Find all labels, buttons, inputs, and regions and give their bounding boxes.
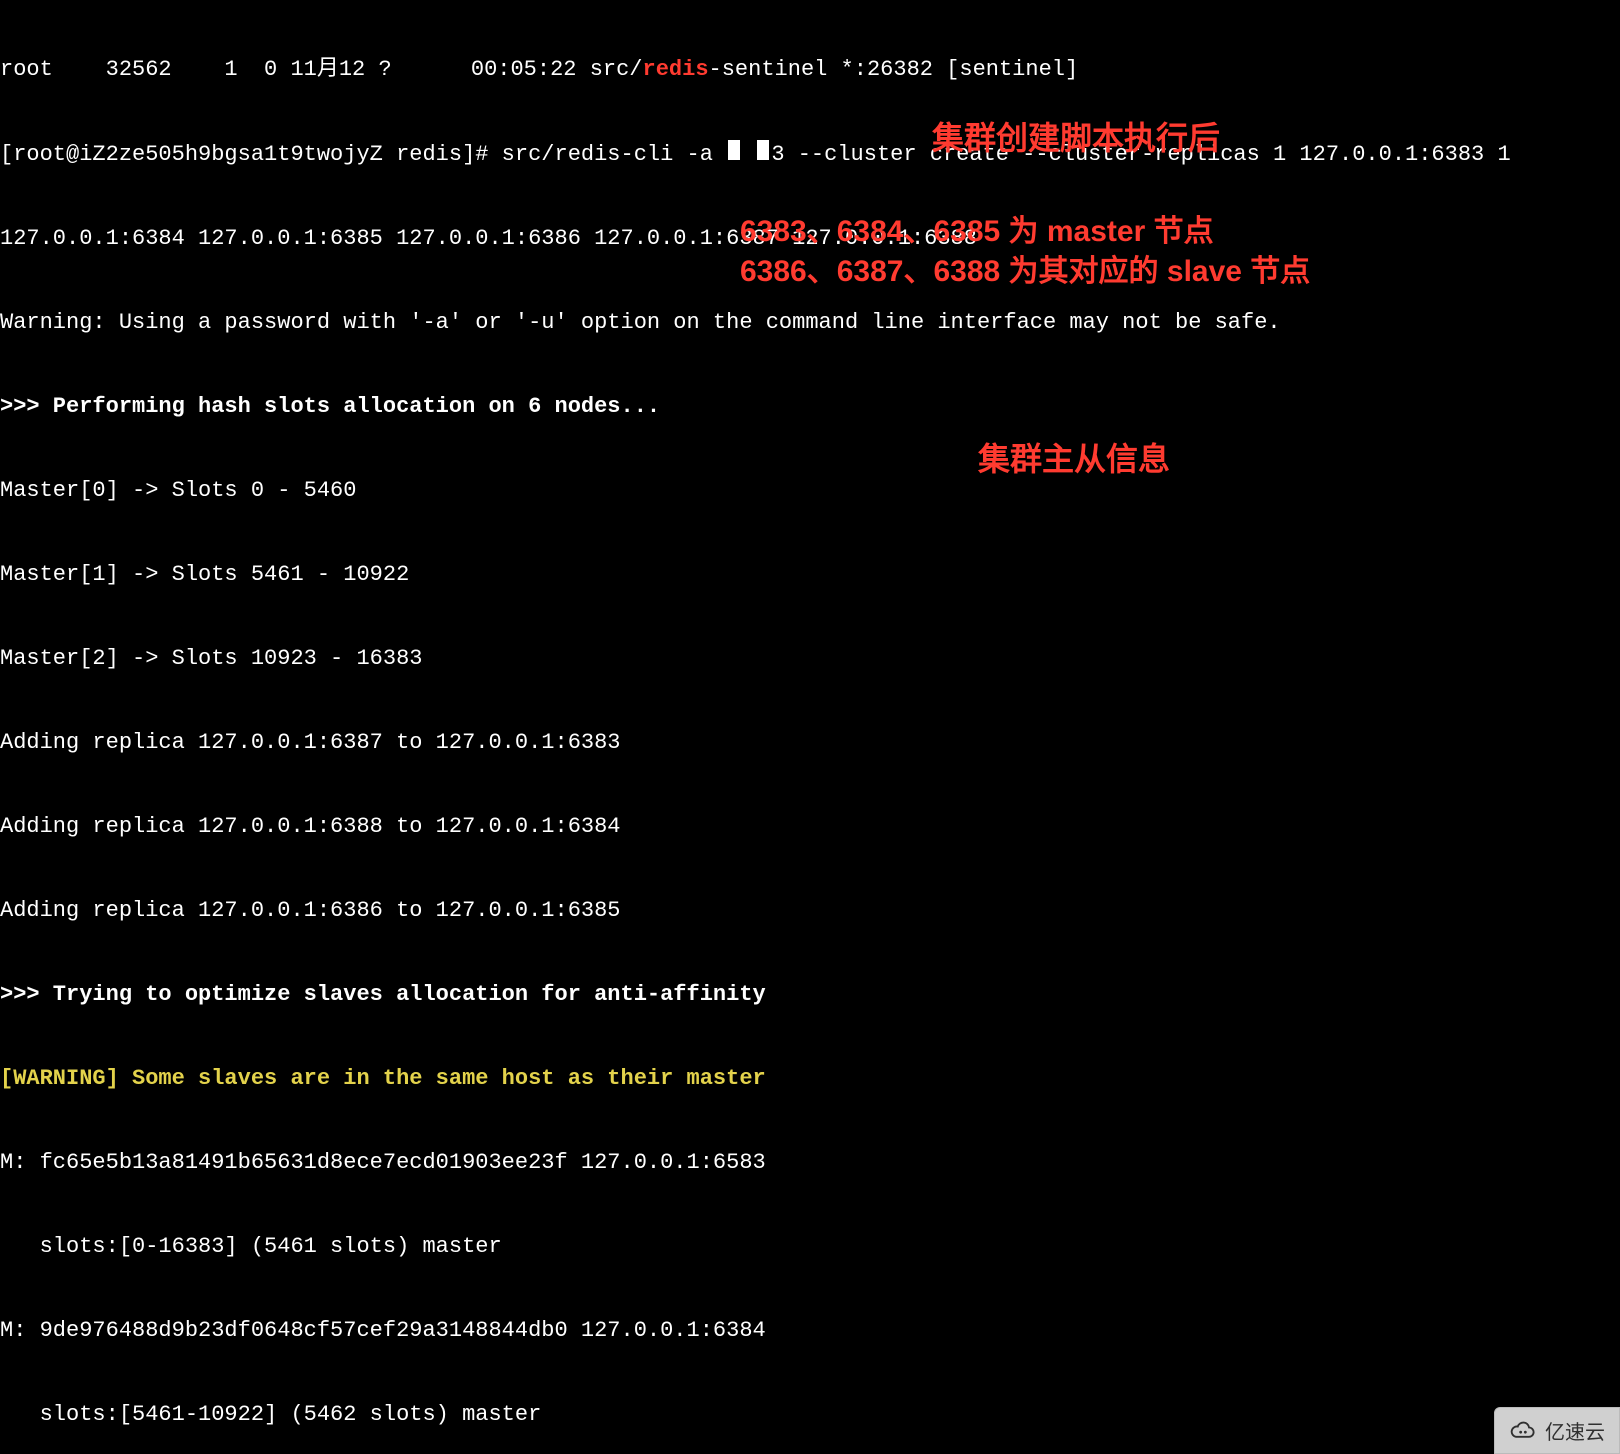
mask-block-1 xyxy=(728,140,740,160)
watermark-text: 亿速云 xyxy=(1545,1416,1605,1445)
annotation-master: 6383、6384、6385 为 master 节点 xyxy=(740,206,1214,250)
prompt-pre: [root@iZ2ze505h9bgsa1t9twojyZ redis]# sr… xyxy=(0,142,726,167)
proc-pre: root 32562 1 0 11月12 ? 00:05:22 src/ xyxy=(0,57,643,82)
annotation-top: 集群创建脚本执行后 xyxy=(932,113,1220,159)
master1-line: Master[1] -> Slots 5461 - 10922 xyxy=(0,561,1620,589)
warning-host-line: [WARNING] Some slaves are in the same ho… xyxy=(0,1065,1620,1093)
add-replica-2: Adding replica 127.0.0.1:6388 to 127.0.0… xyxy=(0,813,1620,841)
node-m2-slots: slots:[5461-10922] (5462 slots) master xyxy=(0,1401,1620,1429)
proc-post: -sentinel *:26382 [sentinel] xyxy=(709,57,1079,82)
master2-line: Master[2] -> Slots 10923 - 16383 xyxy=(0,645,1620,673)
watermark-badge: 亿速云 xyxy=(1494,1407,1620,1454)
prompt-line: [root@iZ2ze505h9bgsa1t9twojyZ redis]# sr… xyxy=(0,140,1620,169)
annotation-info: 集群主从信息 xyxy=(978,434,1170,480)
perform-line: >>> Performing hash slots allocation on … xyxy=(0,393,1620,421)
proc-line: root 32562 1 0 11月12 ? 00:05:22 src/redi… xyxy=(0,56,1620,84)
optimize-line: >>> Trying to optimize slaves allocation… xyxy=(0,981,1620,1009)
add-replica-3: Adding replica 127.0.0.1:6386 to 127.0.0… xyxy=(0,897,1620,925)
annotation-slave: 6386、6387、6388 为其对应的 slave 节点 xyxy=(740,246,1310,290)
node-m1-slots: slots:[0-16383] (5461 slots) master xyxy=(0,1233,1620,1261)
node-m1: M: fc65e5b13a81491b65631d8ece7ecd01903ee… xyxy=(0,1149,1620,1177)
warning-line: Warning: Using a password with '-a' or '… xyxy=(0,309,1620,337)
add-replica-1: Adding replica 127.0.0.1:6387 to 127.0.0… xyxy=(0,729,1620,757)
redis-highlight: redis xyxy=(643,57,709,82)
mask-block-2 xyxy=(757,140,769,160)
node-m2: M: 9de976488d9b23df0648cf57cef29a3148844… xyxy=(0,1317,1620,1345)
master0-line: Master[0] -> Slots 0 - 5460 xyxy=(0,477,1620,505)
cloud-icon xyxy=(1509,1420,1537,1442)
